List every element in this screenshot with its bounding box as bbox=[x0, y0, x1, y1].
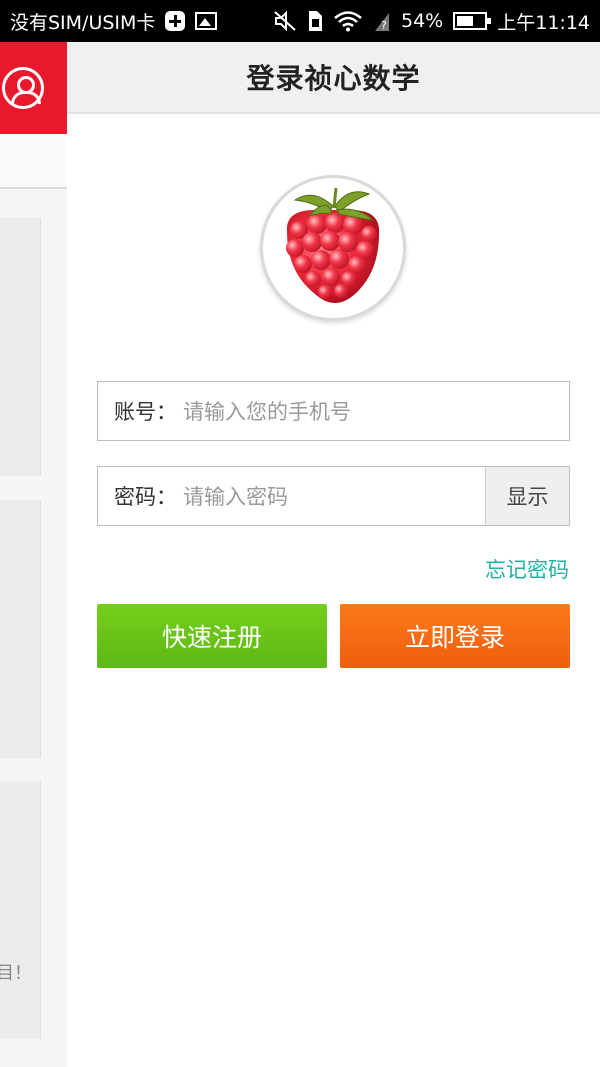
battery-percent: 54% bbox=[401, 10, 444, 32]
account-field[interactable]: 账号： 请输入您的手机号 bbox=[97, 381, 570, 441]
password-field[interactable]: 密码： 请输入密码 显示 bbox=[97, 466, 570, 526]
title-bar: 登录祯心数学 bbox=[67, 42, 600, 114]
drawer-header bbox=[0, 42, 67, 134]
page-title: 登录祯心数学 bbox=[246, 62, 421, 95]
show-password-button[interactable]: 显示 bbox=[485, 467, 569, 525]
card-fragment: 目！ bbox=[0, 963, 32, 984]
battery-icon bbox=[453, 12, 492, 30]
drawer-card[interactable]: 目！ bbox=[0, 781, 41, 1039]
drawer-card[interactable] bbox=[0, 500, 41, 758]
user-avatar-icon[interactable] bbox=[2, 67, 44, 109]
password-input[interactable]: 请输入密码 bbox=[183, 481, 288, 511]
register-button[interactable]: 快速注册 bbox=[97, 604, 327, 668]
signal-unknown-icon: ? bbox=[375, 13, 389, 32]
mute-icon bbox=[274, 10, 296, 32]
notification-plus-icon bbox=[165, 11, 186, 31]
account-label: 账号： bbox=[114, 400, 177, 424]
carrier-text: 没有SIM/USIM卡 bbox=[10, 11, 156, 34]
image-notification-icon bbox=[195, 12, 218, 30]
svg-text:?: ? bbox=[381, 19, 387, 32]
password-label: 密码： bbox=[114, 485, 177, 509]
login-screen: 没有SIM/USIM卡 ? 54% 上午11:14 目！ 登录祯心数学 账号： … bbox=[0, 0, 600, 1067]
login-button[interactable]: 立即登录 bbox=[340, 604, 570, 668]
side-drawer: 目！ bbox=[0, 42, 67, 1067]
app-logo bbox=[260, 175, 406, 321]
clock-time: 上午11:14 bbox=[497, 11, 590, 34]
sim-card-icon bbox=[309, 11, 322, 31]
wifi-icon bbox=[334, 11, 362, 32]
login-panel: 登录祯心数学 账号： 请输入您的手机号 密码： 请输入密码 显示 忘记密码 快速… bbox=[67, 42, 600, 1067]
raspberry-logo-icon bbox=[286, 187, 380, 303]
account-input[interactable]: 请输入您的手机号 bbox=[183, 396, 351, 426]
status-bar: 没有SIM/USIM卡 ? 54% 上午11:14 bbox=[0, 0, 600, 42]
drawer-card[interactable] bbox=[0, 218, 41, 476]
drawer-tab[interactable] bbox=[0, 134, 67, 189]
forgot-password-link[interactable]: 忘记密码 bbox=[485, 554, 569, 584]
